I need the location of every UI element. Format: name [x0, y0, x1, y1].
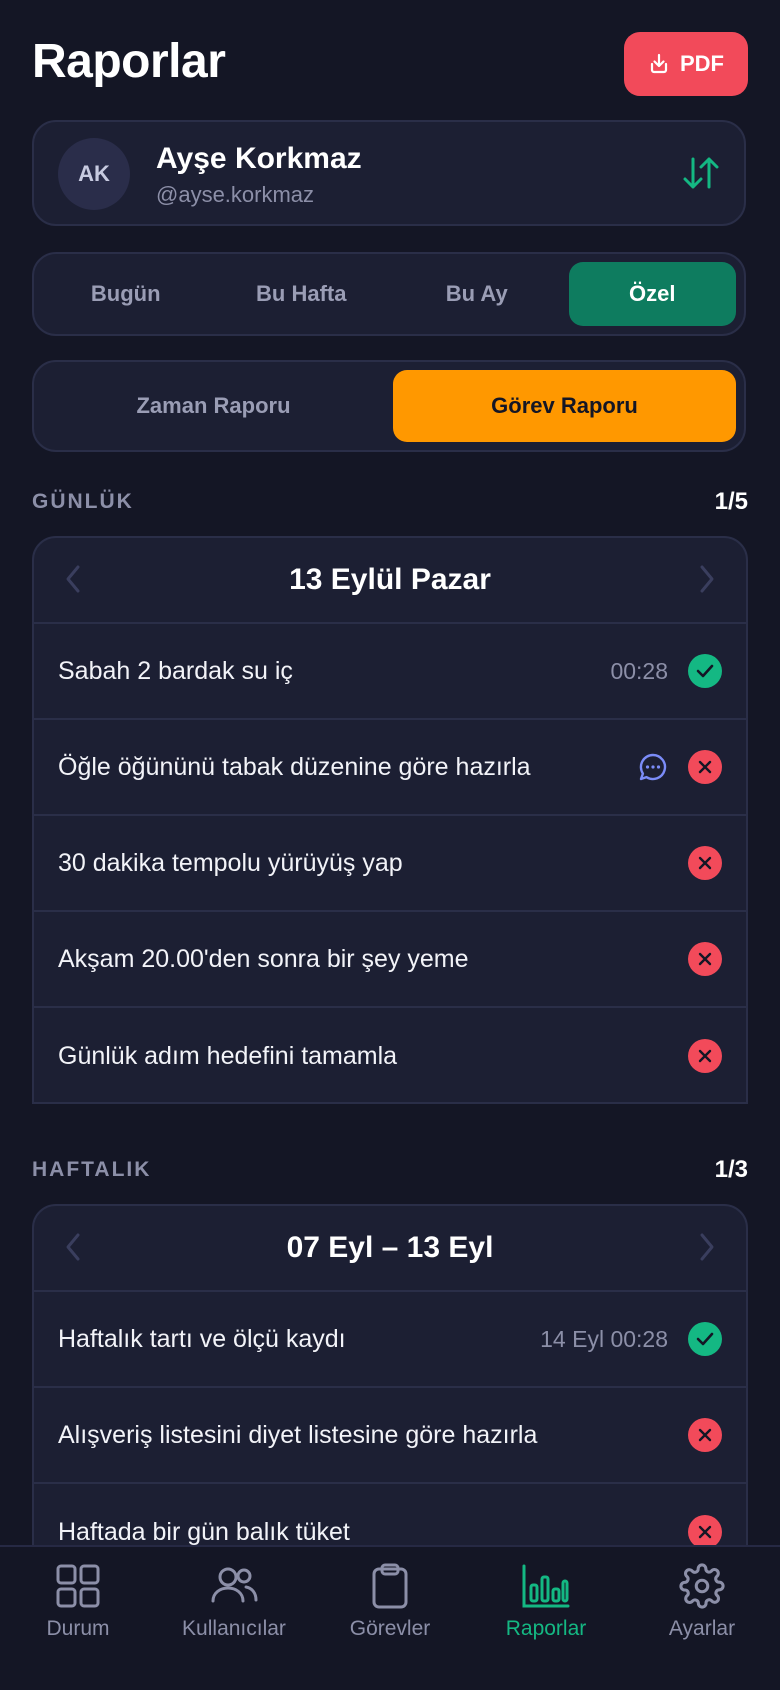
tab-this-month[interactable]: Bu Ay: [393, 262, 561, 326]
task-row[interactable]: Haftalık tartı ve ölçü kaydı 14 Eyl 00:2…: [34, 1292, 746, 1388]
task-row[interactable]: Günlük adım hedefini tamamla: [34, 1008, 746, 1102]
task-time: 00:28: [610, 657, 668, 684]
gear-icon: [679, 1563, 725, 1609]
tab-reports[interactable]: Raporlar: [468, 1547, 624, 1690]
tab-label: Durum: [46, 1617, 110, 1640]
page-title: Raporlar: [32, 35, 226, 88]
grid-icon: [56, 1564, 100, 1608]
user-selector-card[interactable]: AK Ayşe Korkmaz @ayse.korkmaz: [32, 120, 746, 226]
tab-time-report[interactable]: Zaman Raporu: [42, 370, 385, 442]
task-text: Günlük adım hedefini tamamla: [58, 1041, 398, 1070]
daily-date: 13 Eylül Pazar: [289, 563, 491, 596]
task-text: Haftada bir gün balık tüket: [58, 1517, 350, 1546]
avatar: AK: [58, 138, 130, 210]
tab-settings[interactable]: Ayarlar: [624, 1547, 780, 1690]
user-handle: @ayse.korkmaz: [156, 182, 315, 207]
user-name: Ayşe Korkmaz: [156, 142, 362, 175]
chart-icon: [522, 1564, 570, 1608]
weekly-page-count: 1/3: [714, 1156, 748, 1183]
download-icon: [650, 53, 668, 74]
chevron-left-icon[interactable]: [64, 564, 82, 594]
daily-page-count: 1/5: [714, 488, 748, 515]
daily-section-label: GÜNLÜK: [32, 490, 134, 513]
task-row[interactable]: 30 dakika tempolu yürüyüş yap: [34, 816, 746, 912]
close-icon: [688, 750, 722, 784]
pdf-label: PDF: [680, 51, 724, 76]
clipboard-icon: [372, 1563, 408, 1609]
weekly-task-card: 07 Eyl – 13 Eyl Haftalık tartı ve ölçü k…: [32, 1204, 748, 1584]
tab-tasks[interactable]: Görevler: [312, 1547, 468, 1690]
weekly-section-label: HAFTALIK: [32, 1158, 152, 1181]
task-time: 14 Eyl 00:28: [540, 1325, 668, 1352]
daily-card-header: 13 Eylül Pazar: [34, 538, 746, 624]
task-text: Alışveriş listesini diyet listesine göre…: [58, 1420, 538, 1449]
task-text: Öğle öğününü tabak düzenine göre hazırla: [58, 752, 531, 781]
weekly-date: 07 Eyl – 13 Eyl: [286, 1231, 494, 1264]
daily-task-card: 13 Eylül Pazar Sabah 2 bardak su iç 00:2…: [32, 536, 748, 1104]
tab-label: Görevler: [349, 1617, 431, 1640]
tab-label: Raporlar: [505, 1617, 587, 1640]
close-icon: [688, 942, 722, 976]
chevron-left-icon[interactable]: [64, 1232, 82, 1262]
pdf-export-button[interactable]: PDF: [624, 32, 748, 96]
task-row[interactable]: Akşam 20.00'den sonra bir şey yeme: [34, 912, 746, 1008]
tab-label: Ayarlar: [668, 1617, 736, 1640]
tab-task-report[interactable]: Görev Raporu: [393, 370, 736, 442]
check-icon: [688, 654, 722, 688]
close-icon: [688, 1039, 722, 1073]
task-text: Haftalık tartı ve ölçü kaydı: [58, 1324, 346, 1353]
task-text: Akşam 20.00'den sonra bir şey yeme: [58, 944, 469, 973]
weekly-card-header: 07 Eyl – 13 Eyl: [34, 1206, 746, 1292]
close-icon: [688, 1418, 722, 1452]
chevron-right-icon[interactable]: [698, 1232, 716, 1262]
period-tabs: Bugün Bu Hafta Bu Ay Özel: [32, 252, 746, 336]
bottom-tab-bar: Durum Kullanıcılar Görevler Raporlar Aya…: [0, 1545, 780, 1690]
close-icon: [688, 846, 722, 880]
task-row[interactable]: Sabah 2 bardak su iç 00:28: [34, 624, 746, 720]
tab-label: Kullanıcılar: [182, 1617, 286, 1640]
task-text: Sabah 2 bardak su iç: [58, 656, 293, 685]
task-row[interactable]: Öğle öğününü tabak düzenine göre hazırla: [34, 720, 746, 816]
task-text: 30 dakika tempolu yürüyüş yap: [58, 848, 403, 877]
tab-today[interactable]: Bugün: [42, 262, 210, 326]
tab-users[interactable]: Kullanıcılar: [156, 1547, 312, 1690]
swap-icon[interactable]: [682, 156, 720, 190]
check-icon: [688, 1322, 722, 1356]
tab-status[interactable]: Durum: [0, 1547, 156, 1690]
close-icon: [688, 1515, 722, 1549]
chevron-right-icon[interactable]: [698, 564, 716, 594]
tab-custom[interactable]: Özel: [568, 262, 736, 326]
users-icon: [211, 1567, 258, 1603]
tab-this-week[interactable]: Bu Hafta: [218, 262, 386, 326]
task-row[interactable]: Alışveriş listesini diyet listesine göre…: [34, 1388, 746, 1484]
report-type-tabs: Zaman Raporu Görev Raporu: [32, 360, 746, 452]
comment-icon[interactable]: [638, 752, 668, 782]
